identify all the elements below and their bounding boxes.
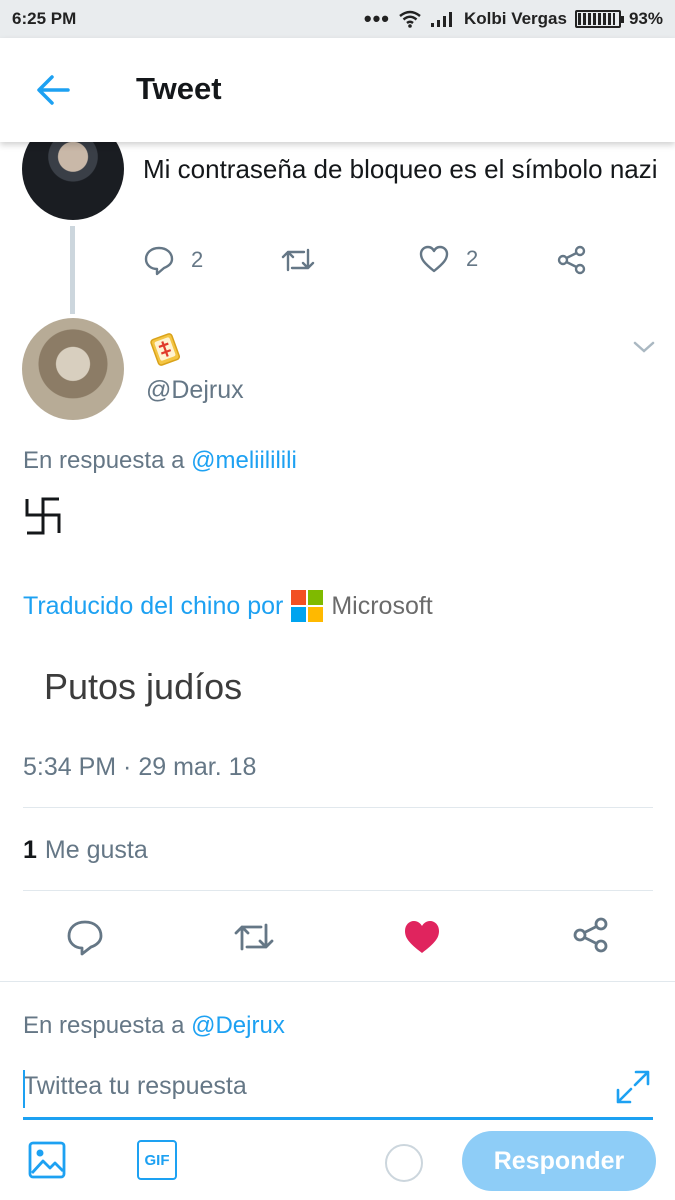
expand-icon[interactable] <box>614 1068 652 1106</box>
battery-icon <box>574 10 624 28</box>
like-count: 1 <box>23 836 37 864</box>
reply-icon[interactable] <box>65 917 105 957</box>
main-tweet-original-text: 卍 <box>25 497 61 535</box>
main-tweet-handle[interactable]: @Dejrux <box>146 376 244 405</box>
likes-summary[interactable]: 1 Me gusta <box>23 836 148 865</box>
status-bar: 6:25 PM ••• Kolbi Vergas 93% <box>0 0 675 38</box>
chevron-down-icon[interactable] <box>632 338 656 356</box>
share-icon <box>557 245 586 275</box>
compose-reply-mention[interactable]: @Dejrux <box>191 1012 285 1039</box>
translation-attribution[interactable]: Traducido del chino por Microsoft <box>23 590 433 622</box>
reply-submit-button[interactable]: Responder <box>462 1131 656 1191</box>
compose-reply-prefix: En respuesta a <box>23 1012 185 1039</box>
battery-percent: 93% <box>628 9 663 28</box>
translator-name: Microsoft <box>331 591 433 620</box>
top-app-bar: Tweet <box>0 38 675 142</box>
retweet-icon[interactable] <box>232 917 276 957</box>
page-title: Tweet <box>136 71 222 106</box>
parent-reply-button[interactable]: 2 <box>143 244 203 276</box>
main-reply-context: En respuesta a @meliililili <box>23 447 297 475</box>
divider <box>23 807 653 808</box>
divider <box>23 890 653 891</box>
wifi-icon <box>399 10 421 28</box>
main-reply-prefix: En respuesta a <box>23 447 185 474</box>
gif-button[interactable]: GIF <box>137 1140 177 1180</box>
microsoft-logo-icon <box>291 590 324 622</box>
parent-reply-count: 2 <box>191 247 204 272</box>
parent-like-count: 2 <box>466 246 479 271</box>
retweet-icon <box>281 248 315 272</box>
gif-label: GIF <box>144 1151 170 1169</box>
thread-line <box>70 226 75 314</box>
status-time: 6:25 PM <box>12 9 77 28</box>
signal-icon <box>430 12 452 27</box>
mahjong-tile-emoji <box>150 333 181 366</box>
image-icon[interactable] <box>27 1140 67 1180</box>
text-cursor <box>23 1070 25 1108</box>
arrow-left-icon[interactable] <box>34 72 74 108</box>
main-reply-mention[interactable]: @meliililili <box>191 447 297 474</box>
carrier-name: Kolbi Vergas <box>463 9 567 28</box>
parent-tweet-text: Mi contraseña de bloqueo es el símbolo n… <box>143 154 658 184</box>
heart-icon <box>419 245 449 273</box>
character-counter <box>385 1144 423 1182</box>
parent-share-button[interactable] <box>556 244 588 276</box>
divider <box>0 981 675 982</box>
compose-reply-context: En respuesta a @Dejrux <box>23 1012 285 1040</box>
tweet-timestamp: 5:34 PM · 29 mar. 18 <box>23 753 257 781</box>
parent-retweet-button[interactable] <box>280 244 316 276</box>
reply-input[interactable]: Twittea tu respuesta <box>23 1064 653 1120</box>
translation-prefix: Traducido del chino por <box>23 591 284 620</box>
main-tweet-avatar[interactable] <box>22 318 124 420</box>
heart-filled-icon[interactable] <box>402 917 442 957</box>
parent-like-button[interactable]: 2 <box>418 244 478 274</box>
share-icon[interactable] <box>571 915 611 955</box>
like-label: Me gusta <box>44 836 148 864</box>
more-dots-icon: ••• <box>363 6 390 31</box>
translated-text: Putos judíos <box>44 666 243 707</box>
reply-icon <box>144 246 174 276</box>
